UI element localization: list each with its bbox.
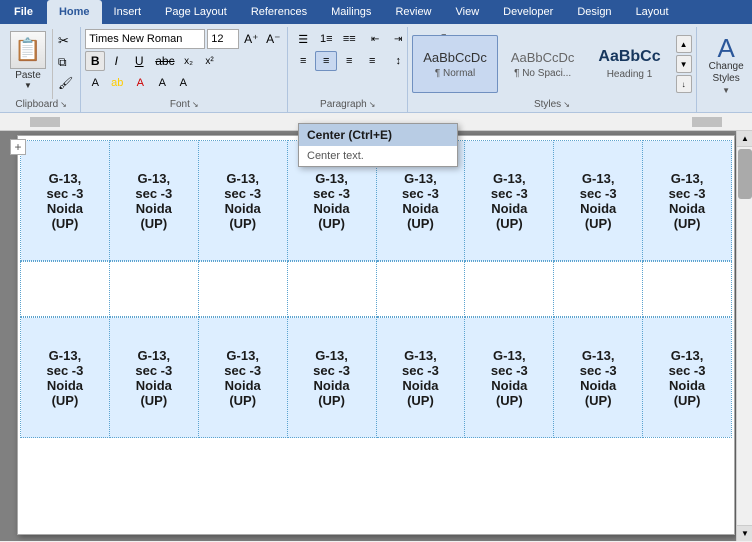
clear-format-button[interactable]: A (173, 73, 193, 93)
bold-button[interactable]: B (85, 51, 105, 71)
change-styles-group: A Change Styles ▼ . (697, 27, 752, 112)
table-row-empty (21, 262, 732, 317)
scroll-down-button[interactable]: ▼ (737, 525, 752, 541)
numbering-button[interactable]: 1≡ (315, 29, 337, 49)
multilevel-list-button[interactable]: ≡≡ (338, 29, 360, 49)
table-cell[interactable]: G-13,sec -3Noida(UP) (643, 318, 732, 438)
style-normal[interactable]: AaBbCcDc ¶ Normal (412, 35, 498, 93)
justify-button[interactable]: ≡ (361, 51, 383, 71)
subscript-button[interactable]: x₂ (179, 51, 199, 71)
font-expand-icon[interactable]: ↘ (192, 100, 199, 109)
scroll-up-button[interactable]: ▲ (737, 131, 752, 147)
font-size-change-button[interactable]: A (152, 73, 172, 93)
table-cell[interactable]: G-13,sec -3Noida(UP) (109, 141, 198, 261)
table-cell[interactable]: G-13,sec -3Noida(UP) (198, 318, 287, 438)
font-size-selector[interactable] (207, 29, 239, 49)
align-right-button[interactable]: ≡ (338, 51, 360, 71)
table-cell[interactable]: G-13,sec -3Noida(UP) (465, 141, 554, 261)
tooltip-overlay: Center (Ctrl+E) Center text. (298, 123, 458, 167)
document-area: + Center (Ctrl+E) Center text. G-13, sec… (0, 113, 752, 541)
tab-row: File Home Insert Page Layout References … (0, 0, 752, 24)
tab-mailings[interactable]: Mailings (319, 0, 383, 24)
table-cell[interactable]: G-13,sec -3Noida(UP) (643, 141, 732, 261)
increase-indent-button[interactable]: ⇥ (387, 29, 409, 49)
cut-button[interactable]: ✂ (55, 31, 76, 51)
clipboard-group: 📋 Paste ▼ ✂ ⧉ 🖌 Clipboard (4, 27, 81, 112)
underline-button[interactable]: U (127, 51, 151, 71)
table-cell[interactable]: G-13,sec -3Noida(UP) (198, 141, 287, 261)
tooltip-description: Center text. (299, 146, 457, 166)
table-cell[interactable]: G-13,sec -3Noida(UP) (554, 141, 643, 261)
font-label: Font (170, 99, 190, 110)
styles-scroll-up-button[interactable]: ▲ (676, 35, 692, 53)
table-cell[interactable]: G-13,sec -3Noida(UP) (287, 318, 376, 438)
table-cell[interactable]: G-13,sec -3Noida(UP) (554, 318, 643, 438)
font-name-selector[interactable] (85, 29, 205, 49)
styles-label: Styles (534, 99, 561, 110)
tab-view[interactable]: View (444, 0, 492, 24)
line-spacing-button[interactable]: ↕ (387, 51, 409, 71)
tab-page-layout[interactable]: Page Layout (153, 0, 239, 24)
table-cell[interactable]: G-13,sec -3Noida(UP) (465, 318, 554, 438)
strikethrough-button[interactable]: abc (152, 51, 177, 71)
align-center-button[interactable]: ≡ (315, 51, 337, 71)
paragraph-group: ☰ 1≡ ≡≡ ⇤ ⇥ ↕A ¶ ≡ ≡ ≡ ≡ ↕ 🖌 ⊞ Paragraph (288, 27, 408, 112)
styles-group: AaBbCcDc ¶ Normal AaBbCcDc ¶ No Spaci...… (408, 27, 696, 112)
decrease-font-button[interactable]: A⁻ (263, 29, 283, 49)
table-cell[interactable]: G-13,sec -3Noida(UP) (109, 318, 198, 438)
table-cell[interactable]: G-13,sec -3Noida(UP) (376, 318, 465, 438)
paragraph-expand-icon[interactable]: ↘ (369, 100, 376, 109)
table-cell[interactable]: G-13, sec -3 Noida (UP) (21, 141, 110, 261)
bullets-button[interactable]: ☰ (292, 29, 314, 49)
italic-button[interactable]: I (106, 51, 126, 71)
text-highlight-button[interactable]: ab (106, 73, 128, 93)
styles-expand-button[interactable]: ↓ (676, 75, 692, 93)
tab-developer[interactable]: Developer (491, 0, 565, 24)
increase-font-button[interactable]: A⁺ (241, 29, 261, 49)
format-painter-button[interactable]: 🖌 (55, 73, 76, 93)
align-left-button[interactable]: ≡ (292, 51, 314, 71)
superscript-button[interactable]: x² (200, 51, 220, 71)
tab-review[interactable]: Review (383, 0, 443, 24)
decrease-indent-button[interactable]: ⇤ (364, 29, 386, 49)
clipboard-expand-icon[interactable]: ↘ (60, 100, 67, 109)
styles-scroll-down-button[interactable]: ▼ (676, 55, 692, 73)
ribbon: File Home Insert Page Layout References … (0, 0, 752, 113)
table-cell[interactable]: G-13,sec -3Noida(UP) (21, 318, 110, 438)
text-effects-button[interactable]: A (85, 73, 105, 93)
tab-file[interactable]: File (0, 0, 47, 24)
add-content-button[interactable]: + (10, 139, 26, 155)
tooltip-box: Center (Ctrl+E) Center text. (298, 123, 458, 167)
tab-layout[interactable]: Layout (624, 0, 681, 24)
copy-button[interactable]: ⧉ (55, 52, 76, 72)
style-no-spacing[interactable]: AaBbCcDc ¶ No Spaci... (500, 35, 586, 93)
tab-insert[interactable]: Insert (102, 0, 154, 24)
tab-home[interactable]: Home (47, 0, 102, 24)
styles-expand-icon[interactable]: ↘ (563, 100, 570, 109)
scroll-thumb[interactable] (738, 149, 752, 199)
word-table-empty (20, 261, 732, 317)
change-styles-button[interactable]: A Change Styles ▼ (703, 31, 750, 99)
table-row: G-13,sec -3Noida(UP) G-13,sec -3Noida(UP… (21, 318, 732, 438)
tab-design[interactable]: Design (565, 0, 623, 24)
word-table-bottom: G-13,sec -3Noida(UP) G-13,sec -3Noida(UP… (20, 317, 732, 438)
clipboard-label: Clipboard (15, 99, 58, 110)
document-page[interactable]: G-13, sec -3 Noida (UP) G-13,sec -3Noida… (17, 135, 735, 535)
paste-button[interactable]: 📋 Paste ▼ (6, 29, 53, 99)
tooltip-title: Center (Ctrl+E) (299, 124, 457, 146)
vertical-scrollbar[interactable]: ▲ ▼ (736, 131, 752, 541)
style-heading1[interactable]: AaBbCc Heading 1 (587, 35, 671, 93)
font-color-button[interactable]: A (129, 73, 151, 93)
font-group: A⁺ A⁻ B I U abc x₂ x² A ab A A A Font ↘ (81, 27, 288, 112)
paragraph-label: Paragraph (320, 99, 367, 110)
tab-references[interactable]: References (239, 0, 319, 24)
